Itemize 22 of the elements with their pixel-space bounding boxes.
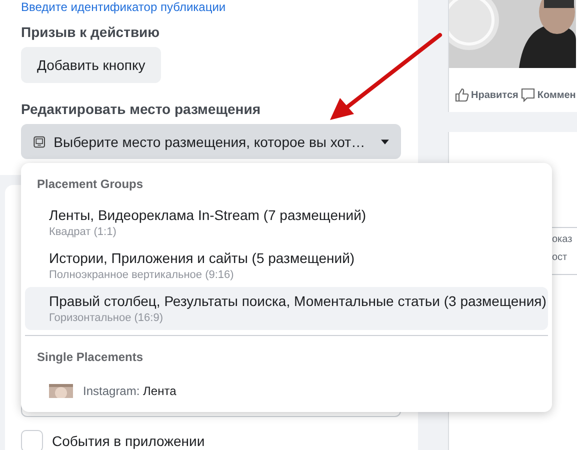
placement-dropdown[interactable]: Выберите место размещения, которое вы хот… — [21, 124, 401, 159]
comment-button[interactable]: Коммен — [521, 88, 576, 102]
dropdown-value: Выберите место размещения, которое вы хот… — [54, 134, 366, 150]
menu-item[interactable]: Ленты, Видеореклама In-Stream (7 размещений) Квадрат (1:1) — [25, 201, 548, 244]
monitor-icon — [33, 134, 46, 150]
publication-id-link[interactable]: Введите идентификатор публикации — [21, 0, 226, 14]
caret-icon — [381, 138, 389, 144]
menu-section-title: Single Placements — [36, 349, 144, 366]
menu-item[interactable]: Правый столбец, Результаты поиска, Моментальные статьи (3 размещения) Горизонтальное (16:9) — [25, 287, 548, 330]
thumbs-up-icon — [455, 88, 469, 102]
speech-bubble-icon — [521, 88, 536, 102]
preview-text: оказ — [552, 234, 574, 246]
like-button[interactable]: Нравится — [455, 88, 518, 102]
preview-text: ост — [552, 252, 568, 264]
menu-item[interactable]: Instagram: Лента — [25, 374, 548, 404]
section-label: Призыв к действию — [21, 24, 160, 40]
menu-item[interactable]: Истории, Приложения и сайты (5 размещений) Полноэкранное вертикальное (9:16) — [25, 244, 548, 287]
section-label: Редактировать место размещения — [21, 101, 261, 117]
checkbox-label: События в приложении — [52, 433, 205, 449]
checkbox[interactable] — [21, 430, 43, 450]
menu-section-title: Placement Groups — [36, 176, 144, 193]
add-button[interactable]: Добавить кнопку — [21, 47, 162, 83]
